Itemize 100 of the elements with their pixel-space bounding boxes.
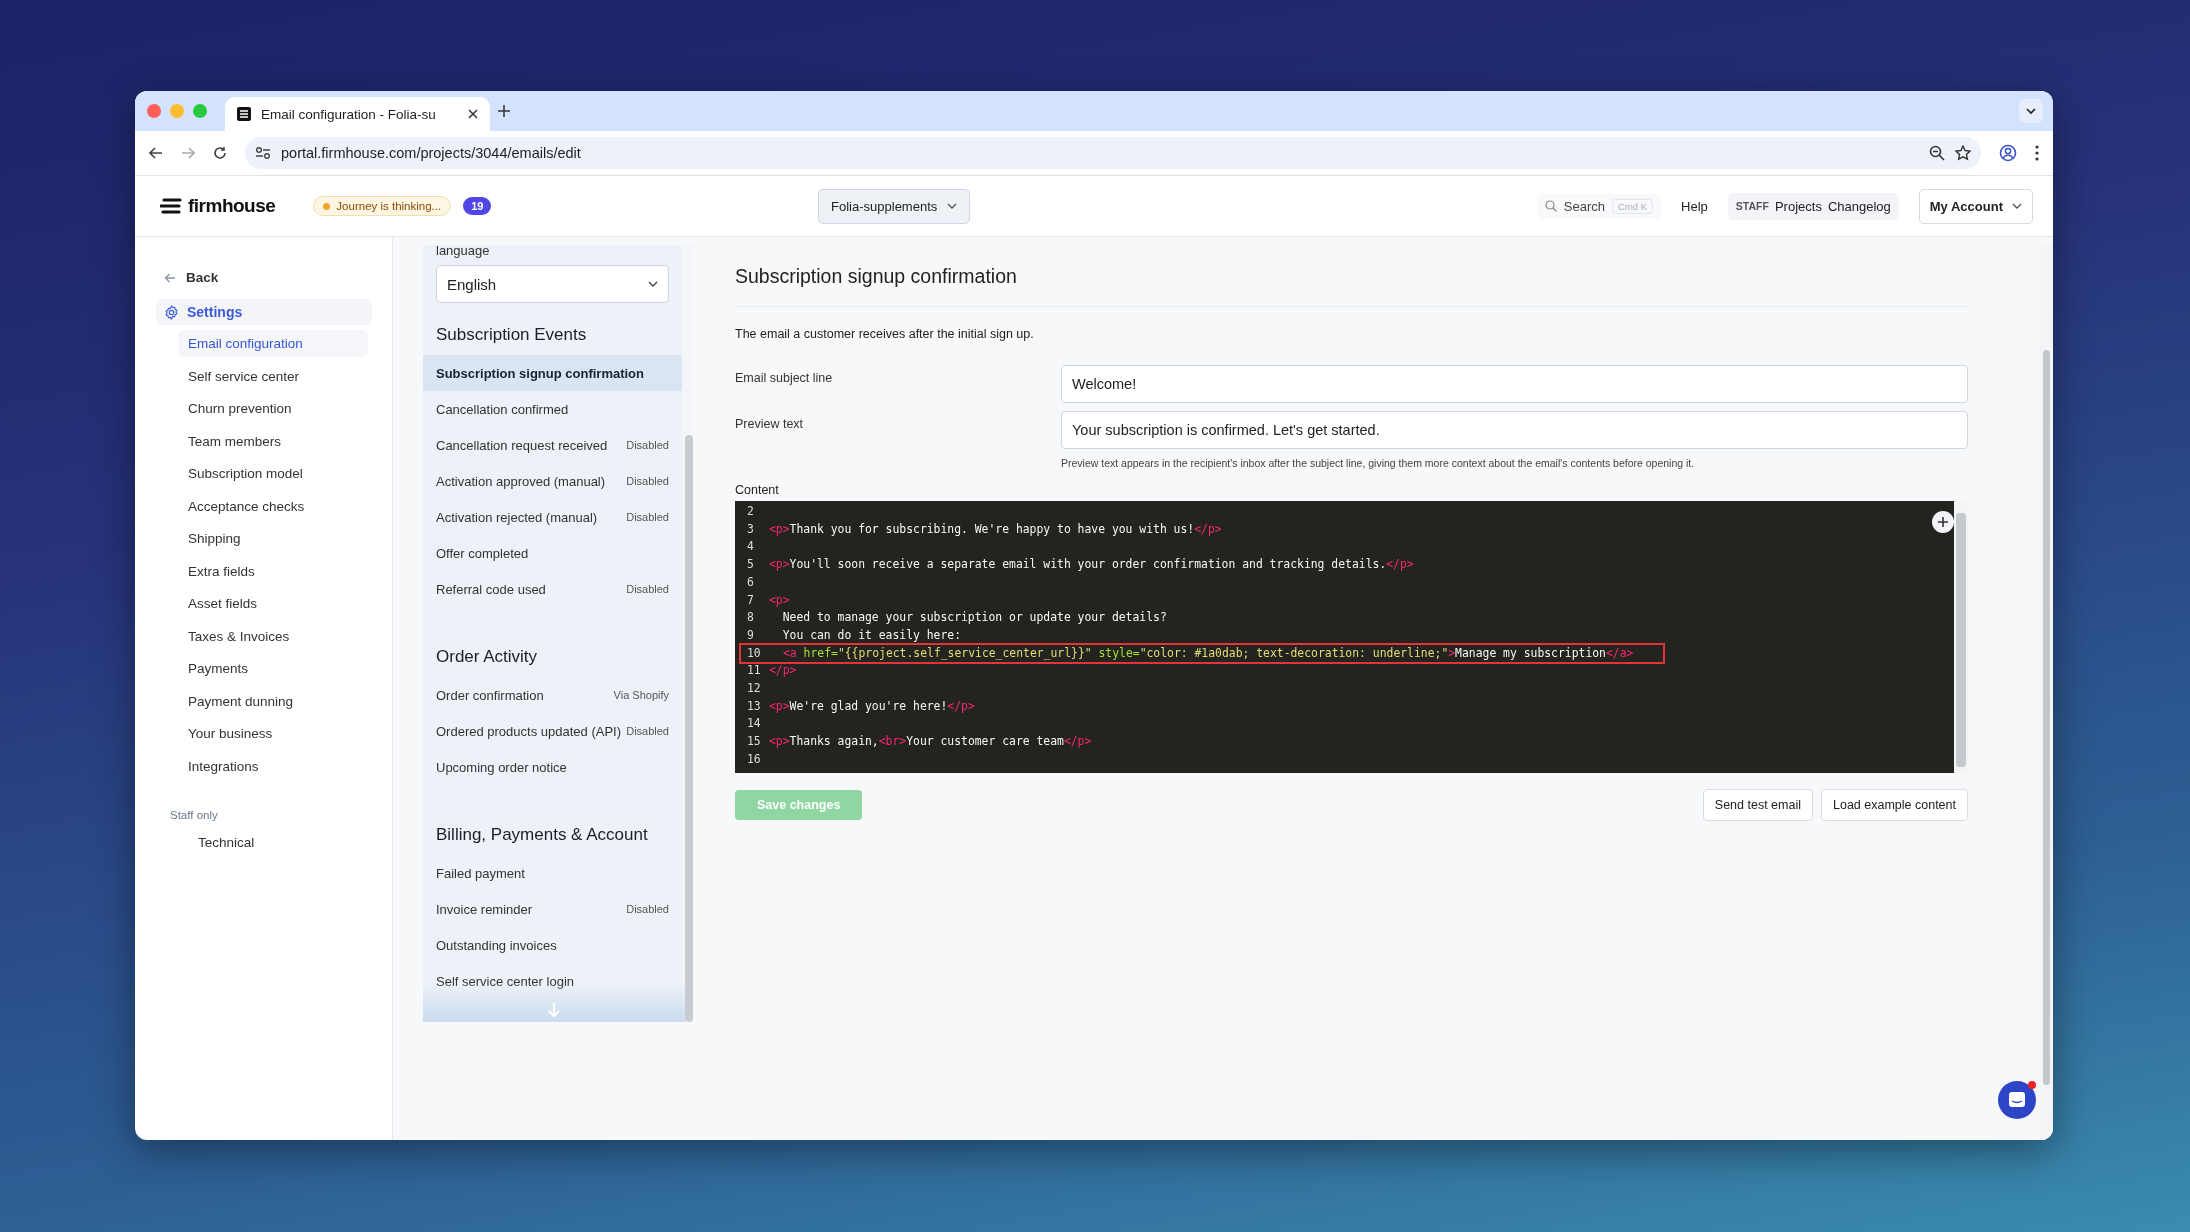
sidebar-item[interactable]: Extra fields bbox=[178, 557, 368, 585]
code-line: <p> bbox=[769, 591, 790, 609]
line-number: 5 bbox=[746, 556, 755, 574]
event-item[interactable]: Activation approved (manual) Disabled bbox=[423, 463, 682, 499]
back-link[interactable]: Back bbox=[186, 270, 219, 285]
scrollbar[interactable] bbox=[2043, 350, 2050, 1085]
count-badge: 19 bbox=[463, 197, 492, 215]
event-item[interactable]: Order confirmation Via Shopify bbox=[423, 677, 682, 713]
event-label: Ordered products updated (API) bbox=[436, 723, 621, 739]
status-badge: Journey is thinking... bbox=[313, 196, 452, 216]
sidebar-item[interactable]: Integrations bbox=[178, 752, 368, 780]
search-field[interactable]: Search Cmd K bbox=[1536, 193, 1662, 219]
line-number: 15 bbox=[746, 733, 762, 751]
line-number: 14 bbox=[746, 715, 762, 733]
description: The email a customer receives after the initial sign up. bbox=[735, 327, 1035, 341]
field-label: language bbox=[435, 245, 491, 257]
event-label: Activation rejected (manual) bbox=[436, 509, 598, 525]
event-item[interactable]: Failed payment bbox=[423, 855, 682, 891]
event-item[interactable]: Invoice reminder Disabled bbox=[423, 891, 682, 927]
sidebar-item[interactable]: Team members bbox=[178, 427, 368, 455]
reload-icon[interactable] bbox=[213, 146, 227, 160]
more-icon[interactable] bbox=[2035, 145, 2039, 161]
sidebar-item[interactable]: Shipping bbox=[178, 525, 368, 552]
staff-link[interactable]: Changelog bbox=[1827, 198, 1891, 214]
project-select[interactable]: Folia-supplements bbox=[818, 188, 971, 224]
close-icon[interactable] bbox=[468, 109, 478, 119]
browser-tab[interactable]: Email configuration - Folia-su bbox=[225, 97, 490, 131]
event-item[interactable]: Activation rejected (manual) Disabled bbox=[423, 499, 682, 535]
sidebar-item[interactable]: Acceptance checks bbox=[178, 492, 368, 520]
status-label: Disabled bbox=[626, 475, 669, 487]
sliders-icon[interactable] bbox=[255, 146, 271, 160]
account-menu[interactable]: My Account bbox=[1918, 188, 2033, 224]
address-bar[interactable]: portal.firmhouse.com/projects/3044/emails/edit bbox=[245, 137, 1981, 169]
group-heading: Subscription Events bbox=[435, 324, 588, 346]
code-editor[interactable] bbox=[735, 501, 1954, 773]
sidebar-item[interactable]: Churn prevention bbox=[178, 395, 368, 422]
action-button[interactable]: Load example content bbox=[1821, 788, 1968, 821]
settings-icon bbox=[164, 304, 179, 320]
star-icon[interactable] bbox=[1955, 145, 1971, 161]
chat-icon[interactable] bbox=[1997, 1078, 2039, 1120]
event-label: Order confirmation bbox=[436, 687, 544, 703]
input-field[interactable]: Your subscription is confirmed. Let's get started. bbox=[1061, 411, 1968, 449]
settings-section[interactable]: Settings bbox=[156, 299, 372, 325]
event-item[interactable]: Cancellation confirmed bbox=[423, 391, 682, 427]
sidebar-item[interactable]: Payment dunning bbox=[178, 687, 368, 715]
sidebar-item[interactable]: Taxes & Invoices bbox=[178, 622, 368, 650]
sidebar-item[interactable]: Your business bbox=[178, 720, 368, 747]
line-number: 11 bbox=[746, 662, 762, 680]
scrollbar[interactable] bbox=[685, 435, 693, 1022]
staff-link[interactable]: Projects bbox=[1774, 198, 1822, 214]
zoom-out-icon[interactable] bbox=[1929, 145, 1945, 161]
line-number: 13 bbox=[746, 697, 762, 715]
code-line: <p>Thanks again,<br>Your customer care team</p> bbox=[769, 733, 1092, 751]
event-item[interactable]: Cancellation request received Disabled bbox=[423, 427, 682, 463]
line-number: 10 bbox=[746, 644, 762, 662]
event-item[interactable]: Referral code used Disabled bbox=[423, 571, 682, 607]
new-tab-icon[interactable] bbox=[498, 105, 510, 117]
sidebar-item[interactable]: Self service center bbox=[178, 362, 368, 390]
chevron-down-icon bbox=[2012, 203, 2022, 209]
status-label: Disabled bbox=[626, 511, 669, 523]
event-item[interactable]: Ordered products updated (API) Disabled bbox=[423, 713, 682, 749]
event-label: Cancellation request received bbox=[436, 437, 608, 453]
sidebar-item[interactable]: Subscription model bbox=[178, 460, 368, 487]
stripes-logo-icon bbox=[160, 198, 182, 214]
profile-icon[interactable] bbox=[1999, 144, 2017, 162]
tab-list-icon[interactable] bbox=[2019, 99, 2043, 123]
stripes-logo-icon bbox=[237, 107, 251, 121]
chevron-down-icon bbox=[648, 281, 658, 287]
field-label: Email subject line bbox=[735, 370, 834, 387]
input-field[interactable]: Welcome! bbox=[1061, 365, 1968, 403]
event-item[interactable]: Self service center login bbox=[423, 963, 682, 999]
event-label: Self service center login bbox=[436, 973, 574, 989]
field-label: Preview text bbox=[735, 416, 805, 433]
event-label: Subscription signup confirmation bbox=[436, 365, 644, 381]
event-item[interactable]: Offer completed bbox=[423, 535, 682, 571]
event-item[interactable]: Outstanding invoices bbox=[423, 927, 682, 963]
sidebar-item[interactable]: Technical bbox=[198, 835, 372, 850]
sidebar-item[interactable]: Email configuration bbox=[178, 330, 368, 357]
event-item[interactable]: Upcoming order notice bbox=[423, 749, 682, 785]
group-heading: Order Activity bbox=[435, 646, 539, 668]
line-number: 9 bbox=[746, 626, 755, 644]
code-line: You can do it easily here: bbox=[781, 626, 962, 644]
language-select[interactable]: English bbox=[436, 265, 669, 303]
sidebar-item[interactable]: Payments bbox=[178, 655, 368, 682]
event-label: Outstanding invoices bbox=[436, 937, 557, 953]
event-label: Referral code used bbox=[436, 581, 546, 597]
code-line: </p> bbox=[769, 662, 797, 680]
field-hint: Preview text appears in the recipient's inbox after the subject line, giving them more context about the email's contents before opening it. bbox=[1061, 457, 1696, 469]
back-arrow-icon[interactable] bbox=[149, 147, 163, 159]
line-number: 7 bbox=[746, 591, 755, 609]
status-label: Disabled bbox=[626, 439, 669, 451]
event-item[interactable]: Subscription signup confirmation bbox=[423, 355, 682, 391]
line-number: 2 bbox=[746, 503, 755, 520]
scrollbar[interactable] bbox=[1956, 513, 1966, 767]
help-link[interactable]: Help bbox=[1681, 198, 1708, 214]
field-label: Content bbox=[735, 483, 780, 497]
brand-name[interactable]: firmhouse bbox=[188, 195, 276, 217]
plus-icon bbox=[1938, 517, 1948, 527]
sidebar-item[interactable]: Asset fields bbox=[178, 590, 368, 617]
action-button[interactable]: Send test email bbox=[1702, 788, 1813, 821]
